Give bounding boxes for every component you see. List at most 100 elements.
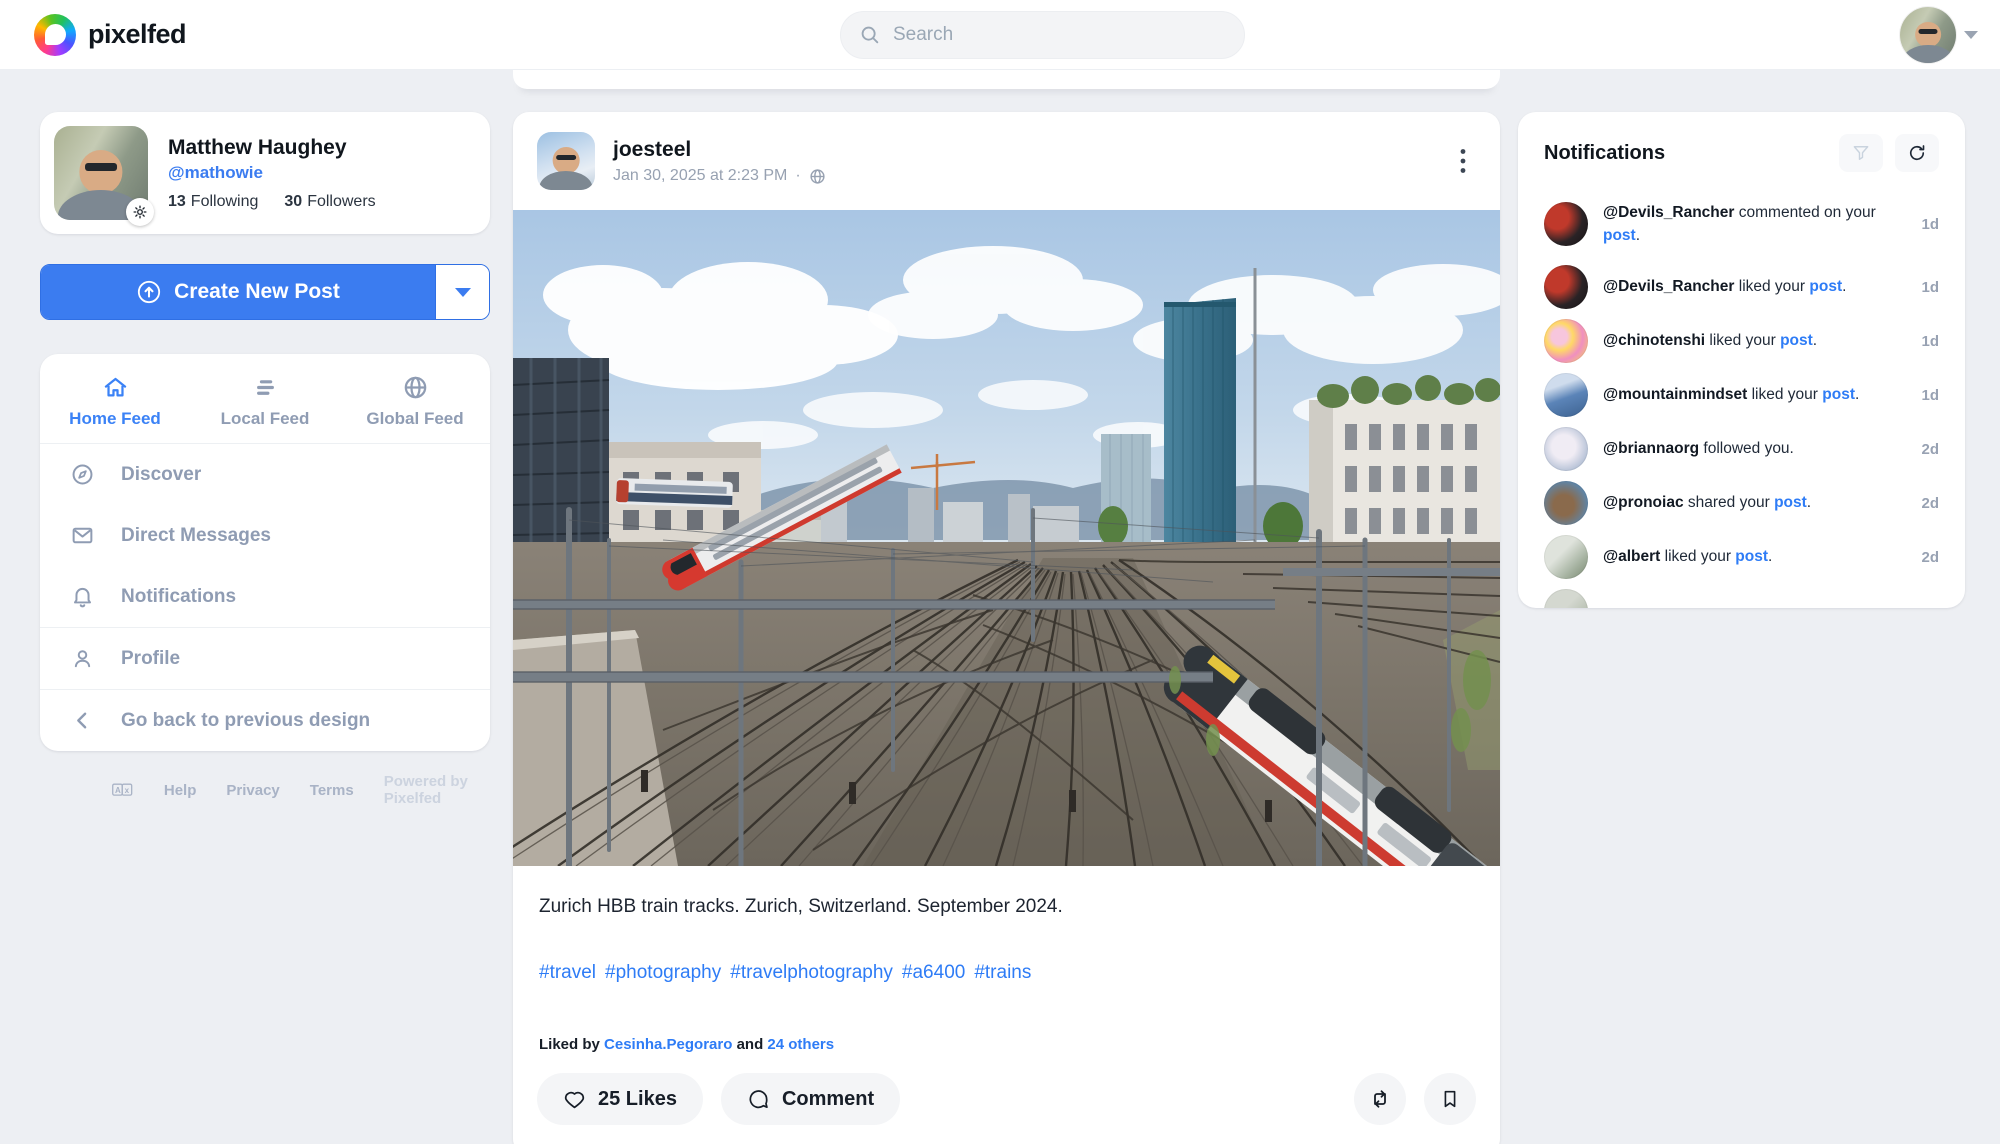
feed-tabs: Home Feed Local Feed Global Feed bbox=[40, 358, 490, 443]
notification-item[interactable]: @mountainmindset liked your post. 1d bbox=[1518, 368, 1965, 422]
translate-icon: A x bbox=[112, 783, 133, 796]
post-meta: Jan 30, 2025 at 2:23 PM · bbox=[613, 167, 826, 185]
avatar[interactable] bbox=[1544, 265, 1588, 309]
create-new-post-button[interactable]: Create New Post bbox=[40, 264, 490, 320]
post-link[interactable]: post bbox=[1774, 494, 1807, 511]
hashtag[interactable]: #travel bbox=[539, 962, 596, 983]
refresh-button[interactable] bbox=[1895, 134, 1939, 172]
tab-global-feed[interactable]: Global Feed bbox=[340, 358, 490, 443]
search-bar[interactable] bbox=[840, 11, 1245, 59]
search-input[interactable] bbox=[893, 24, 1226, 46]
post-photo[interactable] bbox=[513, 210, 1500, 866]
avatar[interactable] bbox=[537, 132, 595, 190]
avatar[interactable] bbox=[1544, 319, 1588, 363]
notification-username[interactable]: @Devils_Rancher bbox=[1603, 278, 1734, 295]
post-options-button[interactable] bbox=[1450, 142, 1476, 180]
sidebar-item-notifications[interactable]: Notifications bbox=[40, 566, 490, 627]
others-link[interactable]: 24 others bbox=[767, 1036, 834, 1053]
avatar[interactable] bbox=[1544, 373, 1588, 417]
avatar[interactable] bbox=[1544, 202, 1588, 246]
post-actions: 25 Likes Comment bbox=[513, 1053, 1500, 1144]
notification-username[interactable]: @Devils_Rancher bbox=[1603, 204, 1734, 221]
comment-icon bbox=[749, 1089, 768, 1108]
post-link[interactable]: post bbox=[1822, 386, 1855, 403]
search-icon bbox=[861, 26, 879, 44]
like-button[interactable]: 25 Likes bbox=[537, 1073, 703, 1125]
avatar[interactable] bbox=[1544, 589, 1588, 608]
notification-item[interactable]: @pronoiac shared your post. 2d bbox=[1518, 476, 1965, 530]
notification-time: 1d bbox=[1921, 215, 1939, 233]
hashtag[interactable]: #a6400 bbox=[902, 962, 965, 983]
notification-item[interactable]: @chinotenshi liked your post. 1d bbox=[1518, 314, 1965, 368]
sidebar-item-direct-messages[interactable]: Direct Messages bbox=[40, 505, 490, 566]
followers-stat[interactable]: 30 Followers bbox=[284, 193, 375, 211]
brand[interactable]: pixelfed bbox=[34, 13, 187, 56]
notification-item[interactable] bbox=[1518, 584, 1965, 608]
hashtag[interactable]: #photography bbox=[605, 962, 721, 983]
avatar[interactable] bbox=[1900, 7, 1956, 63]
envelope-icon bbox=[72, 527, 93, 544]
notifications-panel: Notifications @Devils_Rancher commented … bbox=[1518, 112, 1965, 608]
sidebar-item-discover[interactable]: Discover bbox=[40, 444, 490, 505]
post-header: joesteel Jan 30, 2025 at 2:23 PM · bbox=[513, 112, 1500, 210]
bookmark-icon bbox=[1444, 1090, 1456, 1108]
help-link[interactable]: Help bbox=[164, 782, 197, 799]
notification-username[interactable]: @briannaorg bbox=[1603, 440, 1699, 457]
sidebar-item-profile[interactable]: Profile bbox=[40, 628, 490, 689]
notification-username[interactable]: @pronoiac bbox=[1603, 494, 1684, 511]
notification-item[interactable]: @briannaorg followed you. 2d bbox=[1518, 422, 1965, 476]
create-post-dropdown[interactable] bbox=[435, 265, 489, 319]
user-icon bbox=[74, 650, 91, 668]
refresh-icon bbox=[1909, 145, 1925, 161]
avatar[interactable] bbox=[1544, 481, 1588, 525]
notification-item[interactable]: @Devils_Rancher liked your post. 1d bbox=[1518, 260, 1965, 314]
settings-gear-icon[interactable] bbox=[126, 198, 154, 226]
terms-link[interactable]: Terms bbox=[310, 782, 354, 799]
post-author[interactable]: joesteel bbox=[613, 137, 826, 162]
notifications-title: Notifications bbox=[1544, 141, 1666, 164]
post-link[interactable]: post bbox=[1809, 278, 1842, 295]
hashtag[interactable]: #travelphotography bbox=[730, 962, 893, 983]
share-button[interactable] bbox=[1354, 1073, 1406, 1125]
post-link[interactable]: post bbox=[1735, 548, 1768, 565]
globe-icon bbox=[404, 376, 426, 399]
previous-post-remnant bbox=[513, 70, 1500, 89]
tab-home-feed[interactable]: Home Feed bbox=[40, 358, 190, 443]
tab-local-feed[interactable]: Local Feed bbox=[190, 358, 340, 443]
post-link[interactable]: post bbox=[1780, 332, 1813, 349]
compass-icon bbox=[72, 464, 93, 485]
pixelfed-logo-icon bbox=[34, 13, 76, 56]
kebab-menu-icon bbox=[1460, 149, 1466, 173]
account-menu[interactable] bbox=[1900, 7, 1978, 63]
post-hashtags: #travel #photography #travelphotography #a6… bbox=[539, 962, 1474, 984]
notification-time: 2d bbox=[1921, 494, 1939, 512]
comment-button[interactable]: Comment bbox=[720, 1073, 901, 1125]
notification-item[interactable]: @albert liked your post. 2d bbox=[1518, 530, 1965, 584]
filter-button[interactable] bbox=[1839, 134, 1883, 172]
sidebar-item-previous-design[interactable]: Go back to previous design bbox=[40, 690, 490, 751]
notification-username[interactable]: @albert bbox=[1603, 548, 1660, 565]
notification-username[interactable]: @mountainmindset bbox=[1603, 386, 1747, 403]
notifications-header: Notifications bbox=[1518, 134, 1965, 188]
main-feed: joesteel Jan 30, 2025 at 2:23 PM · Zuric… bbox=[513, 70, 1500, 1144]
hashtag[interactable]: #trains bbox=[974, 962, 1031, 983]
user-card[interactable]: Matthew Haughey @mathowie 13 Following 30… bbox=[40, 112, 490, 234]
avatar[interactable] bbox=[1544, 427, 1588, 471]
liked-by-line: Liked by Cesinha.Pegoraro and 24 others bbox=[539, 1036, 835, 1053]
user-handle[interactable]: @mathowie bbox=[168, 162, 376, 184]
liker-link[interactable]: Cesinha.Pegoraro bbox=[604, 1036, 732, 1053]
notification-username[interactable]: @chinotenshi bbox=[1603, 332, 1705, 349]
create-new-post-label: Create New Post bbox=[174, 280, 340, 303]
following-stat[interactable]: 13 Following bbox=[168, 193, 258, 211]
notification-time: 1d bbox=[1921, 332, 1939, 350]
post-link[interactable]: post bbox=[1603, 227, 1636, 244]
avatar[interactable] bbox=[1544, 535, 1588, 579]
chevron-down-icon bbox=[454, 287, 471, 297]
privacy-link[interactable]: Privacy bbox=[226, 782, 279, 799]
svg-text:A: A bbox=[115, 786, 121, 795]
notification-item[interactable]: @Devils_Rancher commented on your post. … bbox=[1518, 188, 1965, 260]
post-card: joesteel Jan 30, 2025 at 2:23 PM · Zuric… bbox=[513, 112, 1500, 1144]
post-caption: Zurich HBB train tracks. Zurich, Switzer… bbox=[539, 896, 1063, 917]
post-timestamp[interactable]: Jan 30, 2025 at 2:23 PM bbox=[613, 167, 787, 185]
bookmark-button[interactable] bbox=[1424, 1073, 1476, 1125]
